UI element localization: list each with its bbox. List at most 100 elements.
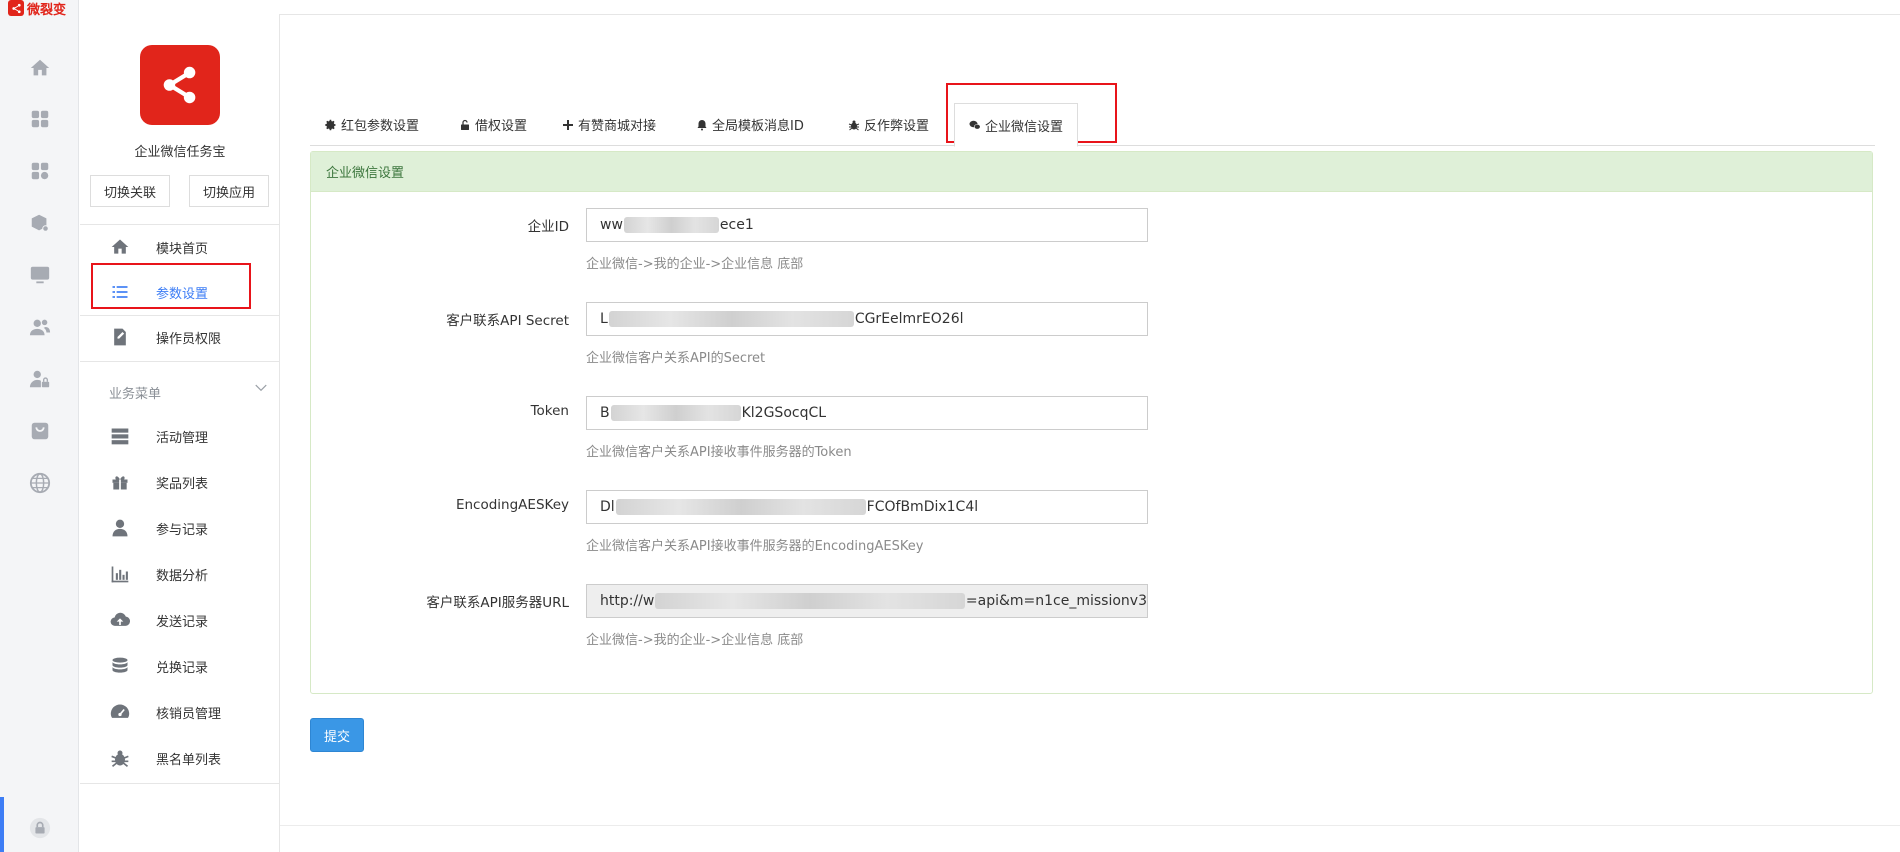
encoding-aes-key-input[interactable]: Dl FCOfBmDix1C4l (586, 490, 1148, 524)
value-prefix: L (600, 311, 608, 327)
app-name: 企业微信任务宝 (134, 145, 226, 160)
sidebar-item-verifier-management[interactable]: 核销员管理 (80, 690, 280, 734)
sidebar-item-send-records[interactable]: 发送记录 (80, 598, 280, 642)
users-icon[interactable] (27, 314, 53, 340)
sidebar-item-label: 数据分析 (156, 568, 209, 584)
list-icon (109, 281, 131, 303)
tab-wecom-settings[interactable]: 企业微信设置 (954, 103, 1079, 147)
sidebar-item-label: 发送记录 (156, 614, 209, 630)
sidebar-item-label: 核销员管理 (156, 706, 222, 722)
wechat-icon (969, 120, 981, 130)
server-icon (109, 425, 131, 447)
bug-icon (109, 747, 131, 769)
bag-icon[interactable] (27, 418, 53, 444)
tab-label: 全局模板消息ID (712, 119, 804, 134)
tab-label: 有赞商城对接 (578, 119, 657, 134)
field-label: 客户联系API Secret (446, 313, 569, 329)
field-help: 企业微信->我的企业->企业信息 底部 (586, 257, 804, 272)
tab-youzan-integration[interactable]: 有赞商城对接 (562, 103, 656, 146)
tab-red-packet-settings[interactable]: 红包参数设置 (325, 103, 419, 146)
gear-icon (325, 119, 336, 130)
sidebar-item-label: 活动管理 (156, 430, 209, 446)
value-suffix: CGrEelmrEO26l (854, 311, 964, 327)
unlock-icon (461, 119, 469, 130)
token-input[interactable]: B Kl2GSocqCL (586, 396, 1148, 430)
chevron-down-icon[interactable] (254, 381, 268, 395)
tab-global-template-id[interactable]: 全局模板消息ID (696, 103, 804, 146)
sidebar-item-label: 黑名单列表 (156, 752, 222, 768)
sidebar-item-label: 奖品列表 (156, 476, 209, 492)
sidebar-item-activity-management[interactable]: 活动管理 (80, 414, 280, 458)
panel-title: 企业微信设置 (311, 152, 1872, 192)
footer-divider (280, 825, 1900, 826)
api-secret-input[interactable]: L CGrEelmrEO26l (586, 302, 1148, 336)
value-suffix: ece1 (719, 217, 754, 233)
divider (80, 783, 280, 784)
database-icon (109, 655, 131, 677)
value-prefix: http://w (600, 593, 655, 609)
value-suffix: Kl2GSocqCL (741, 405, 827, 421)
sidebar-item-blacklist[interactable]: 黑名单列表 (80, 736, 280, 780)
redacted-mask (623, 217, 719, 233)
sidebar-item-label: 操作员权限 (156, 331, 222, 347)
cloud-upload-icon (109, 609, 131, 631)
sidebar-item-label: 参与记录 (156, 522, 209, 538)
submit-button[interactable]: 提交 (310, 718, 364, 752)
plus-icon (563, 119, 573, 130)
apps-grid-icon[interactable] (27, 106, 53, 132)
dashboard-icon (109, 701, 131, 723)
field-label: Token (530, 403, 569, 419)
sidebar-item-operator-permissions[interactable]: 操作员权限 (80, 315, 280, 359)
tab-label: 反作弊设置 (864, 119, 930, 134)
header-divider (280, 14, 1900, 15)
monitor-icon[interactable] (27, 262, 53, 288)
bell-icon (697, 119, 707, 130)
field-help: 企业微信客户关系API接收事件服务器的EncodingAESKey (586, 539, 924, 554)
divider (80, 361, 280, 362)
field-help: 企业微信客户关系API接收事件服务器的Token (586, 445, 852, 460)
app-logo (140, 45, 220, 125)
bar-chart-icon (109, 563, 131, 585)
sidebar-item-redeem-records[interactable]: 兑换记录 (80, 644, 280, 688)
tab-anti-cheat-settings[interactable]: 反作弊设置 (848, 103, 929, 146)
sidebar-item-module-home[interactable]: 模块首页 (80, 225, 280, 269)
brand-logo[interactable]: 微裂变 (8, 0, 67, 18)
field-label: 客户联系API服务器URL (426, 595, 569, 611)
api-server-url-input[interactable]: http://w =api&m=n1ce_missionv3 (586, 584, 1148, 618)
switch-link-button[interactable]: 切换关联 (90, 175, 170, 207)
apps-settings-icon[interactable] (27, 158, 53, 184)
box-settings-icon[interactable] (27, 210, 53, 236)
globe-icon[interactable] (27, 470, 53, 496)
sidebar-item-data-analysis[interactable]: 数据分析 (80, 552, 280, 596)
sidebar-item-params[interactable]: 参数设置 (80, 270, 280, 314)
tab-label: 借权设置 (475, 119, 528, 134)
redacted-mask (608, 311, 854, 327)
lock-icon[interactable] (27, 815, 53, 841)
sidebar-item-prize-list[interactable]: 奖品列表 (80, 460, 280, 504)
redacted-mask (615, 499, 866, 515)
module-sidebar: 企业微信任务宝 切换关联 切换应用 模块首页 参数设置 操作员权限 业务菜单 活… (80, 14, 280, 852)
value-suffix: FCOfBmDix1C4l (866, 499, 979, 515)
icon-rail: 微裂变 (0, 0, 79, 852)
sidebar-item-label: 兑换记录 (156, 660, 209, 676)
sidebar-item-label: 模块首页 (156, 241, 209, 257)
bug-icon (848, 120, 860, 130)
home-icon (109, 236, 131, 258)
gift-icon (109, 471, 131, 493)
rail-active-indicator (0, 797, 4, 852)
business-menu-label: 业务菜单 (109, 387, 162, 402)
share-icon (163, 66, 196, 104)
tab-label: 红包参数设置 (341, 119, 420, 134)
tab-borrow-auth-settings[interactable]: 借权设置 (459, 103, 527, 146)
switch-app-button[interactable]: 切换应用 (189, 175, 269, 207)
field-label: 企业ID (527, 219, 569, 235)
home-icon[interactable] (27, 55, 53, 81)
sidebar-item-participation-records[interactable]: 参与记录 (80, 506, 280, 550)
value-prefix: Dl (600, 499, 615, 515)
field-help: 企业微信->我的企业->企业信息 底部 (586, 633, 804, 648)
field-label: EncodingAESKey (455, 497, 569, 513)
corp-id-input[interactable]: ww ece1 (586, 208, 1148, 242)
field-help: 企业微信客户关系API的Secret (586, 351, 766, 366)
user-lock-icon[interactable] (27, 366, 53, 392)
brand-name: 微裂变 (27, 2, 67, 18)
